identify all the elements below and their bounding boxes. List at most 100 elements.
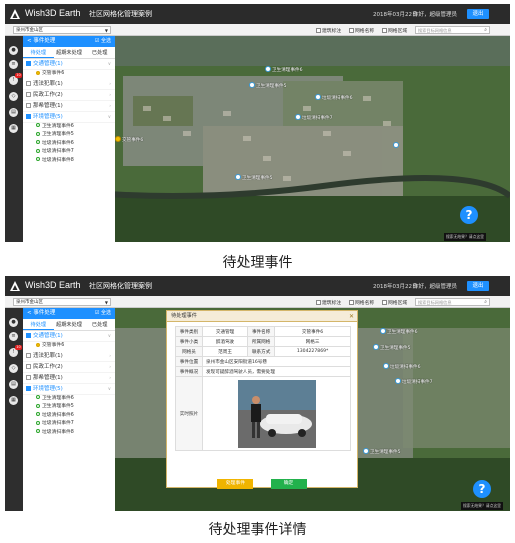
location-icon xyxy=(115,136,121,142)
user-icon[interactable]: ● xyxy=(9,46,18,55)
list-icon[interactable]: ≡ xyxy=(9,60,18,69)
map-pin[interactable]: 垃圾清扫事件7 xyxy=(395,378,433,385)
map-pin[interactable]: 卫生清理事件5 xyxy=(363,448,401,455)
grid-name-checkbox[interactable]: 网格名称 xyxy=(349,27,374,34)
list-item[interactable]: 垃圾清扫事件6 xyxy=(23,140,115,149)
category-civil[interactable]: 民政工作(2) › xyxy=(23,362,115,373)
category-traffic[interactable]: 交通管理(1) ∨ xyxy=(23,331,115,342)
list-icon[interactable]: ≡ xyxy=(9,332,18,341)
location-icon xyxy=(235,174,241,180)
chevron-right-icon: › xyxy=(109,103,111,109)
process-event-button[interactable]: 处理事件 xyxy=(217,479,254,489)
category-crime[interactable]: 违法犯罪(1) › xyxy=(23,351,115,362)
event-sidebar: < 事件处理 ☑ 全选 待处理 超期未处理 已处理 交通管理(1) ∨ 交管事件6 … xyxy=(23,308,115,511)
sidebar-header: < 事件处理 ☑ 全选 xyxy=(23,308,115,319)
location-icon xyxy=(265,66,271,72)
building-icon[interactable]: ▤ xyxy=(9,108,18,117)
category-crime[interactable]: 违法犯罪(1) › xyxy=(23,79,115,90)
search-hint[interactable]: 搜索无结果？请点这里 xyxy=(444,233,486,241)
list-item[interactable]: 垃圾清扫事件7 xyxy=(23,148,115,157)
dialog-actions: 处理事件 确定 xyxy=(167,469,357,489)
location-icon xyxy=(315,94,321,100)
region-select[interactable]: 泉州市金山区 ▼ xyxy=(13,298,111,306)
list-item[interactable]: 卫生清理事件6 xyxy=(23,395,115,404)
grid-icon[interactable]: ▦ xyxy=(9,396,18,405)
grid-area-checkbox[interactable]: 网格区域 xyxy=(382,299,407,306)
tab-pending[interactable]: 待处理 xyxy=(23,47,54,58)
table-row: 事件位置 泉州市金山区安阳街道16号巷 xyxy=(175,356,351,367)
layers-icon[interactable]: ◇ xyxy=(9,364,18,373)
map-pin[interactable]: 垃圾清扫事件6 xyxy=(315,94,353,101)
confirm-button[interactable]: 确定 xyxy=(270,479,307,489)
search-input[interactable]: 搜索目标网格信息 ⌕ xyxy=(415,298,490,306)
brand-name: Wish3D Earth xyxy=(25,280,81,290)
map-pin[interactable]: 卫生清理事件6 xyxy=(265,66,303,73)
user-icon[interactable]: ● xyxy=(9,318,18,327)
grid-area-checkbox[interactable]: 网格区域 xyxy=(382,27,407,34)
tab-overdue[interactable]: 超期未处理 xyxy=(54,319,85,330)
help-button[interactable]: ? xyxy=(460,206,478,224)
exit-button[interactable]: 退出 xyxy=(467,9,489,19)
tab-done[interactable]: 已处理 xyxy=(84,319,115,330)
search-hint[interactable]: 搜索无结果？请点这里 xyxy=(461,502,503,510)
map-pin[interactable]: 卫生清理事件6 xyxy=(380,328,418,335)
select-all-checkbox[interactable]: ☑ 全选 xyxy=(95,36,111,47)
list-item[interactable]: 交管事件6 xyxy=(23,342,115,351)
list-item[interactable]: 垃圾清扫事件6 xyxy=(23,412,115,421)
list-item[interactable]: 卫生清理事件5 xyxy=(23,403,115,412)
grid-icon[interactable]: ▦ xyxy=(9,124,18,133)
location-icon xyxy=(295,114,301,120)
category-traffic[interactable]: 交通管理(1) ∨ xyxy=(23,59,115,70)
building-icon[interactable]: ▤ xyxy=(9,380,18,389)
chevron-down-icon: ∨ xyxy=(107,386,111,392)
building-label-checkbox[interactable]: 建筑标注 xyxy=(316,27,341,34)
left-icon-rail: ● ≡ ! 10 ◇ ▤ ▦ xyxy=(5,308,23,511)
map-pin[interactable]: 卫生清理事件5 xyxy=(249,82,287,89)
map-pin[interactable]: 垃圾清扫事件6 xyxy=(383,363,421,370)
region-select[interactable]: 泉州市金山区 ▼ xyxy=(13,26,111,34)
date-label: 2018年03月22日 xyxy=(373,284,418,290)
list-item[interactable]: 垃圾清扫事件7 xyxy=(23,420,115,429)
search-input[interactable]: 搜索目标网格信息 ⌕ xyxy=(415,26,490,34)
tab-done[interactable]: 已处理 xyxy=(84,47,115,58)
map-pin[interactable] xyxy=(393,142,400,149)
layers-icon[interactable]: ◇ xyxy=(9,92,18,101)
chevron-down-icon: ▼ xyxy=(104,300,108,305)
search-icon[interactable]: ⌕ xyxy=(484,27,487,34)
table-row: 事件概况 发现可疑醉酒驾驶人员，需要处理 xyxy=(175,366,351,377)
select-all-checkbox[interactable]: ☑ 全选 xyxy=(95,308,111,319)
category-civil[interactable]: 民政工作(2) › xyxy=(23,90,115,101)
list-item[interactable]: 卫生清理事件5 xyxy=(23,131,115,140)
sidebar-header: < 事件处理 ☑ 全选 xyxy=(23,36,115,47)
category-misc[interactable]: 那希管理(1) › xyxy=(23,101,115,112)
map-pin[interactable]: 垃圾清扫事件7 xyxy=(295,114,333,121)
table-row: 事件小类 醉酒驾驶 所属网格 网格三 xyxy=(175,336,351,347)
map-pin[interactable]: 卫生清理事件5 xyxy=(373,344,411,351)
greeting: 你好，超级管理员 xyxy=(413,12,458,18)
category-environment[interactable]: 环境管理(5) ∨ xyxy=(23,384,115,395)
chevron-right-icon: › xyxy=(109,353,111,359)
event-detail-table: 事件类别 交通管理 事件名称 交管事件6 事件小类 醉酒驾驶 所属网格 网格三 网格员范… xyxy=(175,326,351,451)
chevron-right-icon: › xyxy=(109,364,111,370)
location-icon xyxy=(380,328,386,334)
top-bar: Wish3D Earth 社区网格化管理案例 2018年03月22日 你好，超级… xyxy=(5,276,510,296)
exit-button[interactable]: 退出 xyxy=(467,281,489,291)
person-car-photo xyxy=(237,379,316,448)
category-misc[interactable]: 那希管理(1) › xyxy=(23,373,115,384)
list-item[interactable]: 垃圾清扫事件8 xyxy=(23,429,115,438)
list-item[interactable]: 卫生清理事件6 xyxy=(23,123,115,132)
grid-name-checkbox[interactable]: 网格名称 xyxy=(349,299,374,306)
help-button[interactable]: ? xyxy=(473,480,491,498)
list-item[interactable]: 交管事件6 xyxy=(23,70,115,79)
building-label-checkbox[interactable]: 建筑标注 xyxy=(316,299,341,306)
tab-pending[interactable]: 待处理 xyxy=(23,319,54,330)
map-pin[interactable]: 交管事件6 xyxy=(115,136,143,143)
tab-overdue[interactable]: 超期未处理 xyxy=(54,47,85,58)
category-environment[interactable]: 环境管理(5) ∨ xyxy=(23,112,115,123)
map-pin[interactable]: 卫生清理事件5 xyxy=(235,174,273,181)
location-icon xyxy=(363,448,369,454)
close-icon[interactable]: ✕ xyxy=(349,311,354,322)
list-item[interactable]: 垃圾清扫事件8 xyxy=(23,157,115,166)
search-icon[interactable]: ⌕ xyxy=(484,299,487,306)
alert-badge: 10 xyxy=(15,345,22,350)
